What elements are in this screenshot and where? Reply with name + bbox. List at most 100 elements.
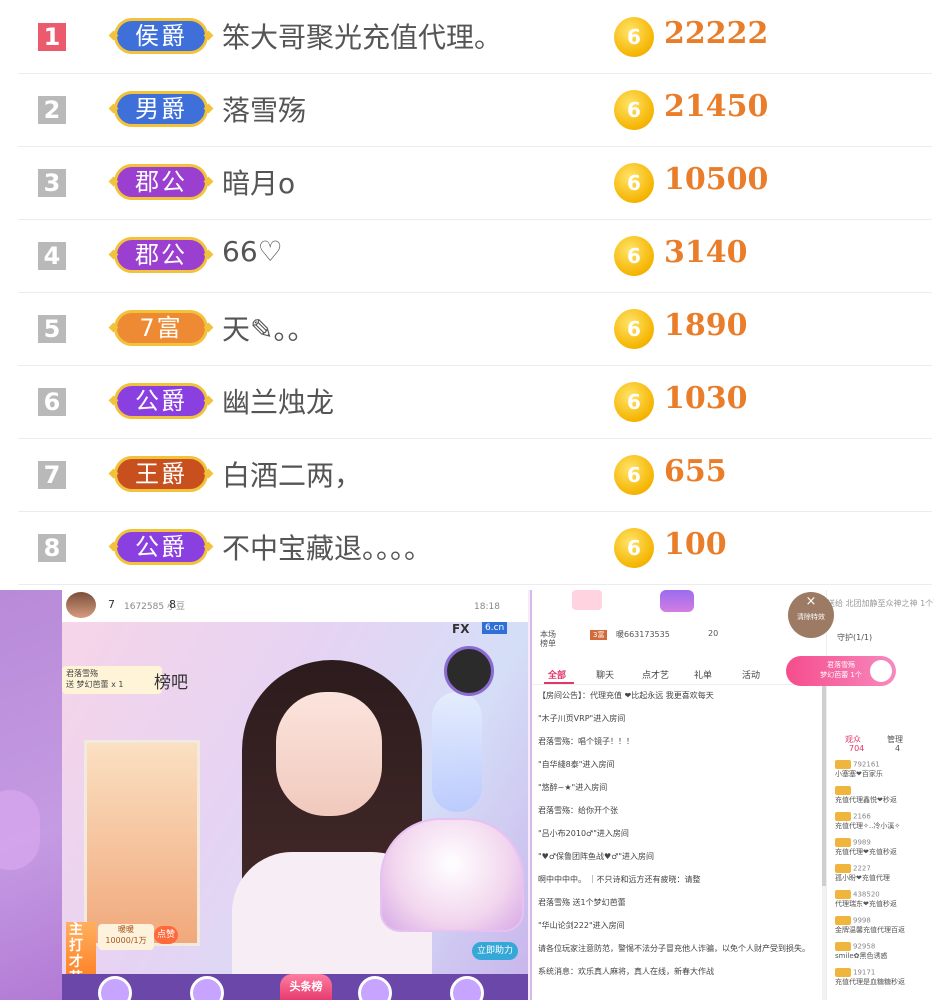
- gift-pill: 君落雪殇 梦幻芭蕾 1个: [786, 656, 896, 686]
- vip-icon: [835, 916, 851, 925]
- like-button[interactable]: 点赞: [154, 926, 178, 944]
- leaderboard-row: 6 公爵 幽兰烛龙 6 1030: [18, 365, 932, 439]
- gift-slot-icon[interactable]: [450, 976, 484, 1000]
- gift-slot-icon[interactable]: [358, 976, 392, 1000]
- leaderboard-row: 2 男爵 落雪殇 6 21450: [18, 73, 932, 147]
- rank-number: 4: [38, 242, 66, 270]
- user-name[interactable]: 不中宝藏退。。。。: [222, 527, 432, 567]
- tab-events[interactable]: 活动: [742, 668, 760, 681]
- vip-icon: [835, 760, 851, 769]
- gem-icon: [108, 176, 119, 187]
- audience-item[interactable]: 19171 充值代理是血糖糖秒返: [835, 968, 933, 987]
- audience-name: 充值代理鑫悦❤秒返: [835, 796, 897, 804]
- audience-name: 充值代理是血糖糖秒返: [835, 978, 905, 986]
- audience-id: 438520: [853, 890, 880, 899]
- tab-talent[interactable]: 点才艺: [642, 668, 669, 681]
- gem-icon: [108, 541, 119, 552]
- active-tab-indicator: [544, 682, 574, 684]
- manager-count: 4: [895, 744, 901, 753]
- top-gifts: [572, 590, 694, 612]
- lucky-gift-icon[interactable]: [660, 590, 694, 612]
- title-badge-label: 男爵: [135, 95, 187, 123]
- rank-user[interactable]: 暖663173535: [616, 629, 670, 640]
- title-badge: 男爵: [108, 91, 214, 127]
- coin-icon: 6: [614, 382, 654, 422]
- title-badge: 郡公: [108, 237, 214, 273]
- vip-icon: [835, 864, 851, 873]
- chat-message-list[interactable]: 【房间公告】：代理充值 ❤比起永远 我更喜欢每天 "木子川页VRP"进入房间 君落雪…: [532, 686, 822, 1000]
- audience-id: 92958: [853, 942, 876, 951]
- audience-item[interactable]: 9989 充值代理❤充值秒返: [835, 838, 933, 857]
- anchor-info-bar: 7 1672585 小豆 8 18:18: [62, 590, 528, 624]
- audience-id: 792161: [853, 760, 880, 769]
- audience-item[interactable]: 9998 金牌温馨充值代理百返: [835, 916, 933, 935]
- coin-amount: 655: [664, 454, 727, 489]
- audience-item[interactable]: 792161 小塞塞❤百家乐: [835, 760, 933, 779]
- audience-name: 孤小盼❤充值代理: [835, 874, 890, 882]
- video-player[interactable]: FX 6.cn 君落雪殇 送 梦幻芭蕾 x 1 榜吧 主打才艺 暖暖 10000…: [62, 622, 528, 974]
- chat-message: 君落雪殇：给你开个张: [538, 806, 618, 815]
- user-name[interactable]: 笨大哥聚光充值代理。: [222, 16, 502, 56]
- boost-button[interactable]: 立即助力: [472, 942, 518, 960]
- title-badge: 郡公: [108, 164, 214, 200]
- clear-effects-label: 清除特效: [797, 613, 825, 621]
- user-name[interactable]: 白酒二两，: [222, 454, 362, 494]
- leaderboard-row: 1 侯爵 笨大哥聚光充值代理。 6 22222: [18, 0, 932, 74]
- title-badge: 7富: [108, 310, 214, 346]
- rank-value: 20: [708, 629, 719, 638]
- leaderboard: 1 侯爵 笨大哥聚光充值代理。 6 22222 2 男爵 落雪殇 6 21450 3 郡公 暗月o 6 10…: [0, 0, 934, 590]
- gift-slot-icon[interactable]: [190, 976, 224, 1000]
- anchor-level: 7: [108, 598, 115, 611]
- close-icon: ×: [805, 594, 817, 609]
- heart-decoration-icon: [0, 790, 40, 870]
- ballerina-gift-effect: [432, 692, 482, 812]
- coin-amount: 1030: [664, 381, 748, 416]
- anchor-avatar[interactable]: [66, 592, 96, 618]
- chat-message: "木子川页VRP"进入房间: [538, 714, 626, 723]
- gift-slot-icon[interactable]: [98, 976, 132, 1000]
- user-name[interactable]: 天✎。。: [222, 308, 315, 348]
- user-name[interactable]: 暗月o: [222, 162, 295, 202]
- tab-chat[interactable]: 聊天: [596, 668, 614, 681]
- tab-gifts[interactable]: 礼单: [694, 668, 712, 681]
- leaderboard-row: 5 7富 天✎。。 6 1890: [18, 292, 932, 366]
- stream-time: 18:18: [474, 602, 500, 612]
- anchor-small-avatar[interactable]: [444, 646, 494, 696]
- leaderboard-row: 3 郡公 暗月o 6 10500: [18, 146, 932, 220]
- audience-id: 9989: [853, 838, 871, 847]
- gift-icon[interactable]: [572, 590, 602, 610]
- hot-list-button[interactable]: 头条榜: [280, 974, 332, 1000]
- clear-effects-button[interactable]: × 清除特效: [788, 592, 834, 638]
- audience-name: 代理瑞东❤充值秒返: [835, 900, 897, 908]
- rank-number: 5: [38, 315, 66, 343]
- marquee-text: 送给 北团加静至众神之神 1个飞行: [827, 599, 934, 608]
- chat-message: 啊中中中中。 ｜不只诗和远方还有疲晓：请整: [538, 875, 701, 884]
- rank-number: 7: [38, 461, 66, 489]
- vip-icon: [835, 968, 851, 977]
- user-name[interactable]: 66♡: [222, 235, 283, 268]
- leaderboard-row: 7 王爵 白酒二两， 6 655: [18, 438, 932, 512]
- gift-notice-user: 君落雪殇: [66, 669, 98, 678]
- guard-label[interactable]: 守护(1/1): [837, 632, 872, 643]
- gem-icon: [203, 249, 214, 260]
- title-badge-label: 郡公: [135, 241, 187, 269]
- gem-icon: [203, 395, 214, 406]
- audience-item[interactable]: 2227 孤小盼❤充值代理: [835, 864, 933, 883]
- user-name[interactable]: 落雪殇: [222, 89, 306, 129]
- tab-all[interactable]: 全部: [548, 668, 566, 681]
- coin-icon: 6: [614, 309, 654, 349]
- cake-gift-effect: [380, 818, 524, 932]
- coin-icon: 6: [614, 236, 654, 276]
- audience-item[interactable]: 92958 smile✿黑色诱惑: [835, 942, 933, 961]
- streamer-face: [276, 692, 382, 816]
- chat-message: "华山论剑222"进入房间: [538, 921, 625, 930]
- audience-item[interactable]: 2166 充值代理✧..冷小溪✧: [835, 812, 933, 831]
- audience-item[interactable]: 438520 代理瑞东❤充值秒返: [835, 890, 933, 909]
- chat-message: 系统消息：欢乐真人麻将，真人在线，新春大作战: [538, 967, 714, 976]
- coin-amount: 22222: [664, 16, 769, 51]
- coin-amount: 3140: [664, 235, 748, 270]
- rank-tag: 3富: [590, 630, 608, 640]
- audience-item[interactable]: 充值代理鑫悦❤秒返: [835, 786, 933, 805]
- chat-message: "♥♂保鲁团阵鱼战♥♂"进入房间: [538, 852, 655, 861]
- user-name[interactable]: 幽兰烛龙: [222, 381, 334, 421]
